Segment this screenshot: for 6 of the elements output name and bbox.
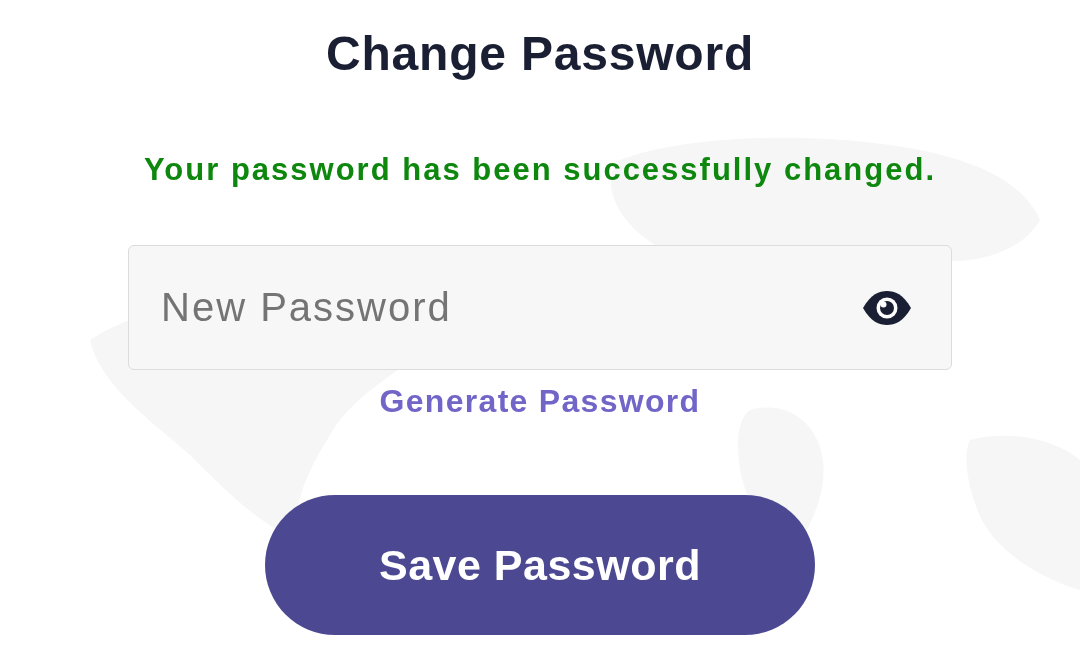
generate-password-link[interactable]: Generate Password [379, 382, 701, 420]
save-password-button[interactable]: Save Password [265, 495, 815, 635]
eye-icon[interactable] [863, 291, 911, 325]
status-message: Your password has been successfully changed. [143, 152, 936, 188]
password-field[interactable]: New Password [128, 245, 952, 370]
page-title: Change Password [325, 26, 755, 82]
